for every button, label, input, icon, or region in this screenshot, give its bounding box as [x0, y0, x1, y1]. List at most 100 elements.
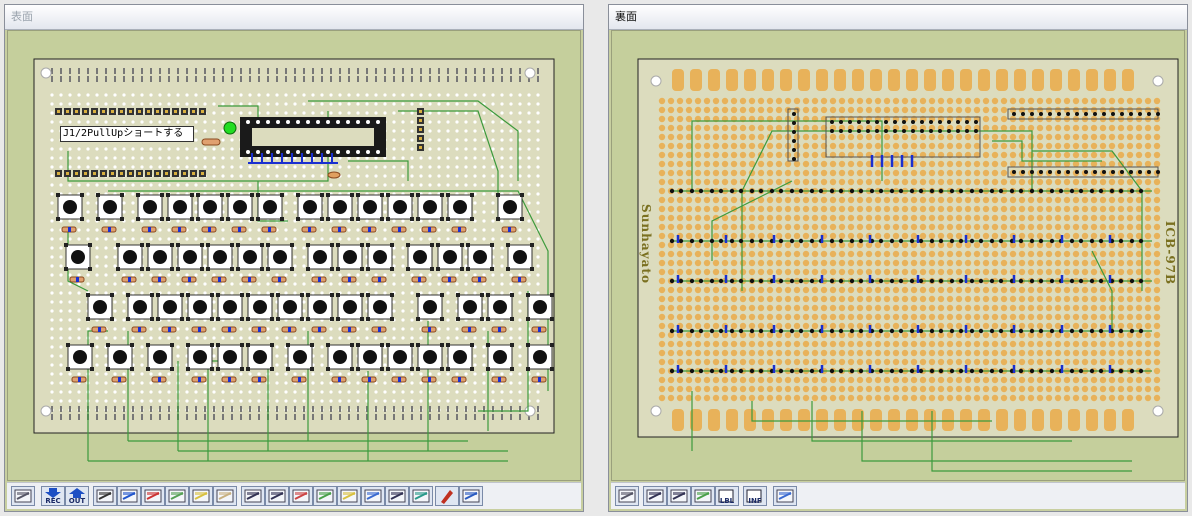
edge-pad [762, 409, 774, 431]
lead-hole [920, 129, 924, 133]
lead-hole [1138, 112, 1142, 116]
edge-pad [1050, 409, 1062, 431]
board-back-view[interactable] [612, 31, 1184, 479]
layer-tan-button[interactable] [213, 486, 237, 506]
view-front-button[interactable] [265, 486, 289, 506]
lead-hole [839, 129, 843, 133]
ic-pin [316, 150, 320, 154]
view-split-button[interactable] [241, 486, 265, 506]
view-green-button[interactable] [313, 486, 337, 506]
brand-right: ICB-97B [1163, 220, 1178, 286]
tact-switch [496, 193, 524, 221]
lead-hole [1084, 170, 1088, 174]
tact-switch [286, 343, 314, 371]
front-side-window[interactable]: 表面 J1/2PullUpショートする REC OUT [4, 4, 584, 512]
diode-band [78, 377, 81, 382]
diode-band [518, 277, 521, 282]
board-front-view[interactable] [8, 31, 580, 479]
tact-switch [236, 243, 264, 271]
edge-pad [1086, 409, 1098, 431]
settings-button[interactable] [459, 486, 483, 506]
select-tool-button[interactable] [93, 486, 117, 506]
window-titlebar[interactable]: 表面 [5, 5, 583, 30]
layer-yellow-button[interactable] [189, 486, 213, 506]
ic-pin [326, 120, 330, 124]
ic-socket-window [252, 128, 374, 146]
lead-hole [792, 112, 796, 116]
diode-band [378, 327, 381, 332]
edge-pad [708, 69, 720, 91]
wire-red-button[interactable] [141, 486, 165, 506]
ic-pin [336, 150, 340, 154]
lead-hole [1012, 112, 1016, 116]
tact-switch [206, 243, 234, 271]
lead-hole [848, 129, 852, 133]
toolbar-button-label: REC [45, 497, 61, 505]
tact-switch [116, 243, 144, 271]
view-plain-button[interactable] [385, 486, 409, 506]
view-yellow-button[interactable] [337, 486, 361, 506]
ic-pin [376, 150, 380, 154]
edge-pad [780, 69, 792, 91]
ic-pin [286, 120, 290, 124]
edge-pad [906, 69, 918, 91]
tact-switch [156, 293, 184, 321]
edge-pad [924, 409, 936, 431]
back-side-window[interactable]: 裏面 Sunhayato ICB-97B LBL INF [608, 4, 1188, 512]
tact-switch [86, 293, 114, 321]
ic-pin [266, 120, 270, 124]
diode-band [498, 327, 501, 332]
edge-pad [744, 409, 756, 431]
lead-hole [792, 130, 796, 134]
tact-switch [296, 193, 324, 221]
view-split-button[interactable] [667, 486, 691, 506]
edge-pad [834, 409, 846, 431]
out-button[interactable]: OUT [65, 486, 89, 506]
view-blue-button[interactable] [773, 486, 797, 506]
lead-hole [911, 120, 915, 124]
edge-pad [1068, 69, 1080, 91]
lead-hole [1129, 170, 1133, 174]
diode-band [158, 277, 161, 282]
print-button[interactable] [615, 486, 639, 506]
lead-hole [1048, 112, 1052, 116]
board-canvas[interactable]: J1/2PullUpショートする [7, 30, 581, 481]
tact-switch [66, 343, 94, 371]
lead-hole [884, 120, 888, 124]
layer-green-button[interactable] [165, 486, 189, 506]
edge-pad [708, 409, 720, 431]
tact-switch [366, 293, 394, 321]
edge-pad [798, 409, 810, 431]
lead-hole [1156, 170, 1160, 174]
wire-blue-button[interactable] [117, 486, 141, 506]
lead-hole [1066, 112, 1070, 116]
mount-hole [40, 405, 52, 417]
tact-switch [186, 343, 214, 371]
edge-pad [942, 69, 954, 91]
ic-pin [346, 150, 350, 154]
info-button[interactable]: INF [743, 486, 767, 506]
diode-band [338, 227, 341, 232]
diode-band [76, 277, 79, 282]
tact-switch [216, 343, 244, 371]
pen-button[interactable] [435, 486, 459, 506]
view-blue-button[interactable] [361, 486, 385, 506]
diode-band [168, 327, 171, 332]
mount-hole [650, 75, 662, 87]
view-red-button[interactable] [289, 486, 313, 506]
tact-switch [256, 193, 284, 221]
lead-hole [956, 129, 960, 133]
edge-pad [1050, 69, 1062, 91]
label-button[interactable]: LBL [715, 486, 739, 506]
view-front-button[interactable] [643, 486, 667, 506]
board-canvas[interactable]: Sunhayato ICB-97B [611, 30, 1185, 481]
diode-band [188, 277, 191, 282]
edge-pad [978, 69, 990, 91]
rec-button[interactable]: REC [41, 486, 65, 506]
diode-band [68, 227, 71, 232]
view-green-button[interactable] [691, 486, 715, 506]
window-titlebar[interactable]: 裏面 [609, 5, 1187, 30]
edge-pad [888, 409, 900, 431]
view-teal-button[interactable] [409, 486, 433, 506]
print-button[interactable] [11, 486, 35, 506]
